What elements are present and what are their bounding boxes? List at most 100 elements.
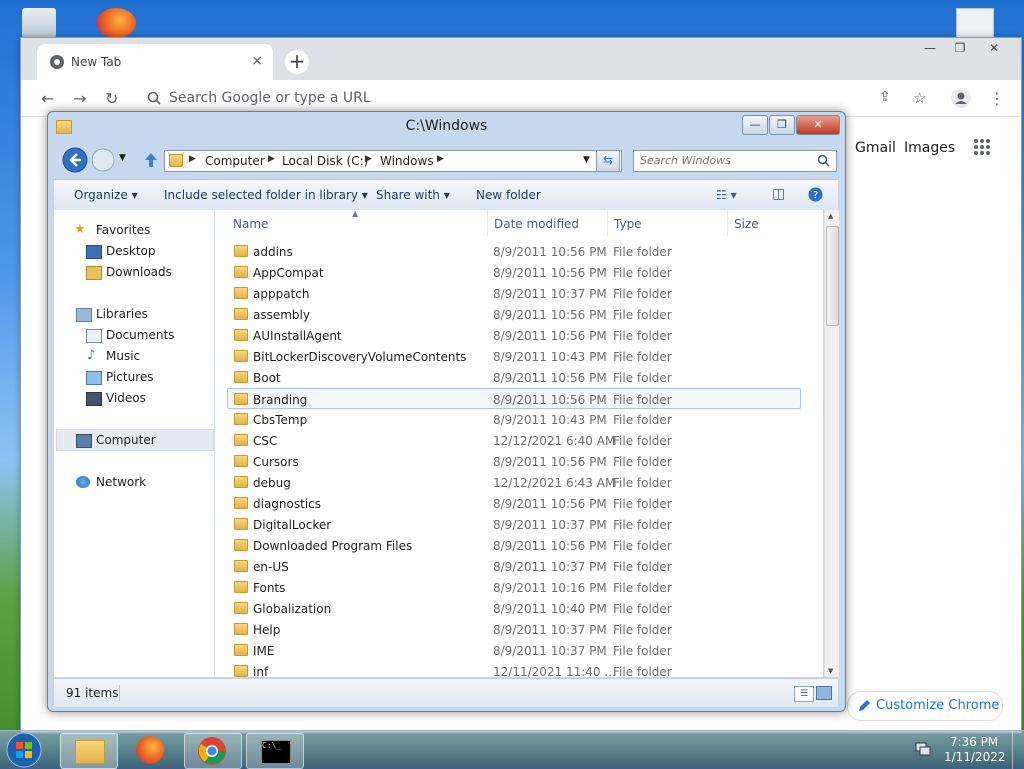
omnibox[interactable]: Search Google or type a URL — [137, 85, 897, 111]
file-row[interactable]: BitLockerDiscoveryVolumeContents 8/9/2011… — [228, 346, 802, 367]
file-row[interactable]: DigitalLocker 8/9/2011 10:37 PM File folde… — [228, 514, 802, 535]
menu-kebab-icon[interactable]: ⋮ — [989, 89, 1005, 108]
explorer-minimize-button[interactable]: — — [742, 115, 768, 135]
file-row[interactable]: addins 8/9/2011 10:56 PM File folder — [228, 241, 802, 262]
network-tray-icon[interactable] — [914, 741, 932, 757]
nav-desktop[interactable]: Desktop — [106, 244, 156, 258]
include-in-library-button[interactable]: Include selected folder in library ▾ — [164, 188, 368, 202]
refresh-icon[interactable]: ⇆ — [596, 150, 620, 172]
large-icons-view-icon[interactable] — [816, 686, 832, 700]
start-button-icon[interactable] — [4, 731, 44, 769]
breadcrumb-arrow-icon[interactable]: ▶ — [437, 154, 444, 164]
taskbar-chrome-button[interactable] — [184, 733, 242, 769]
column-type[interactable]: Type — [614, 217, 642, 231]
file-row[interactable]: CbsTemp 8/9/2011 10:43 PM File folder — [228, 409, 802, 430]
file-row[interactable]: AppCompat 8/9/2011 10:56 PM File folder — [228, 262, 802, 283]
breadcrumb-arrow-icon[interactable]: ▶ — [189, 154, 196, 164]
chrome-maximize-button[interactable]: ❐ — [949, 40, 971, 56]
change-view-icon[interactable]: ☷ ▾ — [716, 188, 737, 202]
show-desktop-button[interactable] — [1012, 731, 1024, 769]
file-date-modified: 8/9/2011 10:56 PM — [493, 539, 607, 553]
system-clock[interactable]: 7:36 PM 1/11/2022 — [944, 735, 1006, 765]
reload-icon[interactable]: ↻ — [105, 89, 118, 108]
taskbar-explorer-button[interactable] — [60, 733, 118, 769]
taskbar-firefox-button[interactable] — [124, 733, 180, 767]
bookmark-star-icon[interactable]: ☆ — [913, 89, 926, 107]
nav-network[interactable]: Network — [96, 475, 146, 489]
file-row[interactable]: Fonts 8/9/2011 10:16 PM File folder — [228, 577, 802, 598]
explorer-close-button[interactable]: ✕ — [796, 115, 840, 135]
google-apps-icon[interactable] — [973, 138, 991, 156]
history-dropdown-icon[interactable]: ▼ — [119, 153, 126, 163]
chrome-minimize-button[interactable]: — — [919, 40, 941, 56]
address-dropdown-icon[interactable]: ▼ — [583, 155, 590, 165]
taskbar-cmd-button[interactable]: C:\_ — [246, 733, 304, 769]
column-name[interactable]: Name — [233, 217, 268, 231]
breadcrumb-arrow-icon[interactable]: ▶ — [268, 154, 275, 164]
vertical-scrollbar[interactable]: ▲ ▼ — [824, 210, 839, 677]
file-row[interactable]: Boot 8/9/2011 10:56 PM File folder — [228, 367, 802, 388]
breadcrumb-local-disk[interactable]: Local Disk (C:) — [282, 154, 368, 168]
profile-avatar-icon[interactable] — [951, 88, 971, 108]
file-row[interactable]: IME 8/9/2011 10:37 PM File folder — [228, 640, 802, 661]
recycle-bin-icon[interactable] — [22, 8, 56, 38]
column-size[interactable]: Size — [734, 217, 759, 231]
breadcrumb-computer[interactable]: Computer — [205, 154, 265, 168]
scroll-up-icon[interactable]: ▲ — [828, 212, 833, 220]
file-row[interactable]: AUInstallAgent 8/9/2011 10:56 PM File fold… — [228, 325, 802, 346]
nav-videos[interactable]: Videos — [106, 391, 146, 405]
share-with-button[interactable]: Share with ▾ — [376, 188, 450, 202]
file-row[interactable]: assembly 8/9/2011 10:56 PM File folder — [228, 304, 802, 325]
column-divider[interactable] — [607, 210, 608, 236]
forward-arrow-icon[interactable]: → — [73, 89, 86, 108]
file-row[interactable]: apppatch 8/9/2011 10:37 PM File folder — [228, 283, 802, 304]
forward-button-icon[interactable] — [91, 148, 115, 172]
help-icon[interactable]: ? — [808, 187, 823, 202]
document-desktop-icon[interactable] — [956, 8, 994, 38]
column-date-modified[interactable]: Date modified — [494, 217, 579, 231]
nav-favorites[interactable]: Favorites — [96, 223, 150, 237]
nav-music[interactable]: Music — [106, 349, 140, 363]
back-arrow-icon[interactable]: ← — [41, 89, 54, 108]
file-row[interactable]: Cursors 8/9/2011 10:56 PM File folder — [228, 451, 802, 472]
images-link[interactable]: Images — [904, 140, 955, 156]
file-row[interactable]: debug 12/12/2021 6:43 AM File folder — [228, 472, 802, 493]
address-bar[interactable]: ▶ Computer ▶ Local Disk (C:) ▶ Windows ▶… — [164, 150, 622, 172]
tab-new-tab[interactable]: New Tab × — [37, 44, 273, 80]
organize-button[interactable]: Organize ▾ — [74, 188, 138, 202]
file-row[interactable]: inf 12/11/2021 11:40 ... File folder — [228, 661, 802, 677]
file-row[interactable]: Downloaded Program Files 8/9/2011 10:56 P… — [228, 535, 802, 556]
preview-pane-icon[interactable]: ◫ — [772, 186, 785, 202]
gmail-link[interactable]: Gmail — [855, 140, 896, 156]
tab-close-icon[interactable]: × — [251, 53, 263, 69]
nav-downloads[interactable]: Downloads — [106, 265, 172, 279]
new-tab-button[interactable]: + — [285, 50, 309, 74]
chrome-close-button[interactable]: ✕ — [983, 40, 1005, 56]
details-view-icon[interactable]: ☰ — [794, 686, 814, 702]
column-divider[interactable] — [487, 210, 488, 236]
file-row[interactable]: Globalization 8/9/2011 10:40 PM File folde… — [228, 598, 802, 619]
file-row[interactable]: diagnostics 8/9/2011 10:56 PM File folder — [228, 493, 802, 514]
file-date-modified: 12/12/2021 6:43 AM — [493, 476, 616, 490]
customize-chrome-button[interactable]: Customize Chrome — [847, 691, 1003, 721]
up-level-icon[interactable] — [143, 151, 159, 169]
search-box[interactable]: Search Windows — [633, 150, 837, 172]
nav-computer[interactable]: Computer — [96, 433, 156, 447]
nav-libraries[interactable]: Libraries — [96, 307, 148, 321]
breadcrumb-arrow-icon[interactable]: ▶ — [365, 154, 372, 164]
nav-documents[interactable]: Documents — [106, 328, 174, 342]
breadcrumb-windows[interactable]: Windows — [380, 154, 434, 168]
file-row[interactable]: en-US 8/9/2011 10:37 PM File folder — [228, 556, 802, 577]
file-row[interactable]: Help 8/9/2011 10:37 PM File folder — [228, 619, 802, 640]
column-divider[interactable] — [727, 210, 728, 236]
file-row[interactable]: Branding 8/9/2011 10:56 PM File folder — [227, 388, 801, 409]
firefox-desktop-icon[interactable] — [96, 8, 136, 38]
new-folder-button[interactable]: New folder — [476, 188, 541, 202]
back-button-icon[interactable] — [62, 147, 88, 173]
nav-pictures[interactable]: Pictures — [106, 370, 154, 384]
explorer-maximize-button[interactable]: ❐ — [769, 115, 795, 135]
scrollbar-thumb[interactable] — [826, 226, 839, 326]
scroll-down-icon[interactable]: ▼ — [828, 667, 833, 675]
share-icon[interactable]: ⇪ — [879, 89, 891, 105]
file-row[interactable]: CSC 12/12/2021 6:40 AM File folder — [228, 430, 802, 451]
